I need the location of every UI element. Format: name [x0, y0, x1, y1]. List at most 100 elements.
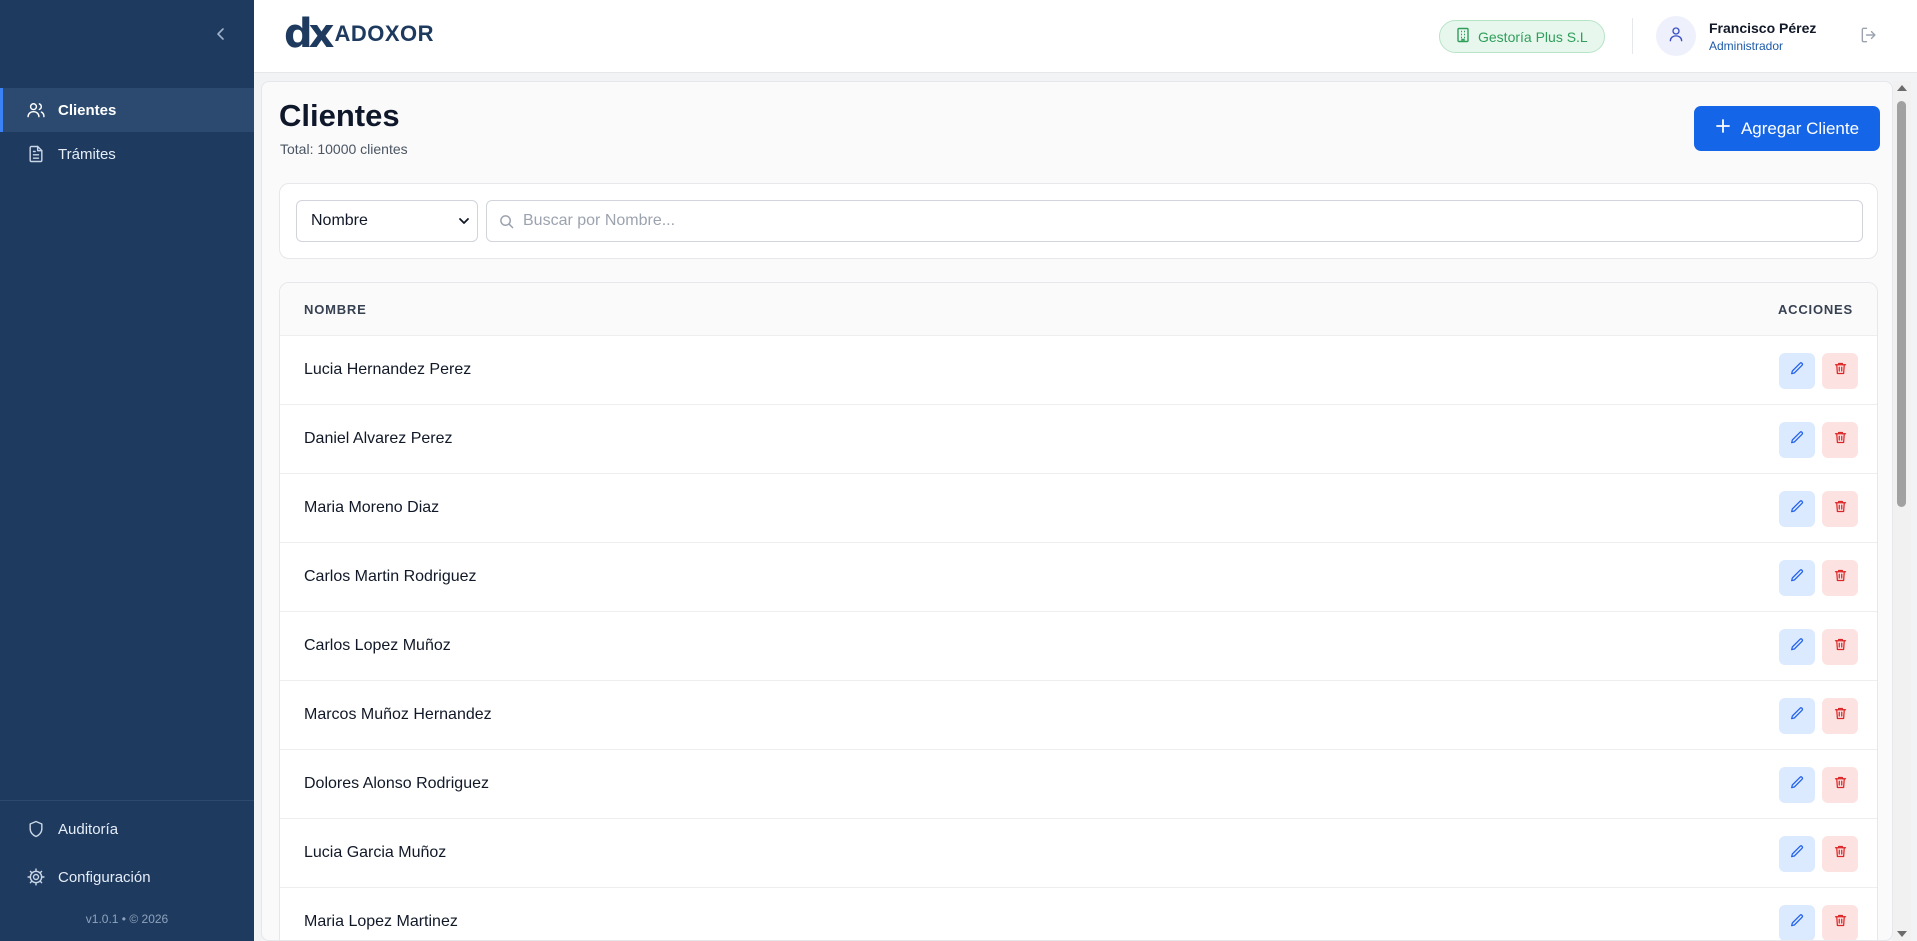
- search-icon: [499, 214, 514, 234]
- trash-icon: [1833, 844, 1848, 864]
- page-scrollbar[interactable]: [1893, 81, 1911, 941]
- scroll-down-arrow[interactable]: [1897, 931, 1907, 937]
- client-count: Total: 10000 clientes: [280, 141, 408, 157]
- delete-button[interactable]: [1822, 422, 1858, 458]
- edit-button[interactable]: [1779, 629, 1815, 665]
- edit-button[interactable]: [1779, 836, 1815, 872]
- sidebar-item-configuracion[interactable]: Configuración: [0, 853, 254, 901]
- edit-button[interactable]: [1779, 491, 1815, 527]
- trash-icon: [1833, 568, 1848, 588]
- logo-mark: dx: [284, 11, 334, 57]
- table-row: Maria Lopez Martinez: [280, 888, 1877, 940]
- version-text: v1.0.1 • © 2026: [85, 912, 169, 926]
- sidebar-item-tramites[interactable]: Trámites: [0, 132, 254, 176]
- app-logo[interactable]: dx ADOXOR: [284, 14, 434, 54]
- edit-button[interactable]: [1779, 698, 1815, 734]
- table-header: NOMBRE ACCIONES: [280, 283, 1877, 336]
- trash-icon: [1833, 775, 1848, 795]
- sidebar-nav: Clientes Trámites: [0, 88, 254, 176]
- delete-button[interactable]: [1822, 767, 1858, 803]
- trash-icon: [1833, 913, 1848, 933]
- table-body: Lucia Hernandez Perez Daniel Alvarez Pere…: [280, 336, 1877, 940]
- scroll-up-arrow[interactable]: [1897, 85, 1907, 91]
- delete-button[interactable]: [1822, 353, 1858, 389]
- filter-selected-value: Nombre: [311, 212, 368, 229]
- pencil-icon: [1789, 775, 1805, 796]
- delete-button[interactable]: [1822, 491, 1858, 527]
- trash-icon: [1833, 637, 1848, 657]
- plus-icon: [1715, 118, 1731, 139]
- column-header-actions: ACCIONES: [1777, 302, 1853, 317]
- trash-icon: [1833, 361, 1848, 381]
- edit-button[interactable]: [1779, 422, 1815, 458]
- client-name: Lucia Hernandez Perez: [304, 361, 472, 378]
- pencil-icon: [1789, 499, 1805, 520]
- client-name: Daniel Alvarez Perez: [304, 430, 453, 447]
- table-row: Lucia Hernandez Perez: [280, 336, 1877, 405]
- scroll-thumb[interactable]: [1897, 101, 1906, 507]
- client-name: Lucia Garcia Muñoz: [304, 844, 447, 861]
- sidebar-item-clientes[interactable]: Clientes: [0, 88, 254, 132]
- user-icon: [1667, 25, 1685, 48]
- table-row: Carlos Lopez Muñoz: [280, 612, 1877, 681]
- client-name: Carlos Martin Rodriguez: [304, 568, 477, 585]
- sidebar-item-label: Clientes: [58, 101, 117, 119]
- logout-icon: [1859, 25, 1879, 50]
- collapse-sidebar-button[interactable]: [210, 24, 232, 48]
- table-row: Carlos Martin Rodriguez: [280, 543, 1877, 612]
- main-content: Clientes Total: 10000 clientes Agregar C…: [261, 81, 1893, 941]
- delete-button[interactable]: [1822, 629, 1858, 665]
- column-header-name: NOMBRE: [304, 302, 367, 317]
- user-name: Francisco Pérez: [1709, 20, 1817, 36]
- delete-button[interactable]: [1822, 698, 1858, 734]
- pencil-icon: [1789, 706, 1805, 727]
- trash-icon: [1833, 430, 1848, 450]
- chevron-left-icon: [215, 27, 227, 46]
- trash-icon: [1833, 499, 1848, 519]
- logout-button[interactable]: [1856, 24, 1882, 50]
- avatar[interactable]: [1656, 16, 1696, 56]
- delete-button[interactable]: [1822, 905, 1858, 940]
- sidebar: Clientes Trámites Auditoría Configuració…: [0, 0, 254, 941]
- edit-button[interactable]: [1779, 767, 1815, 803]
- search-box[interactable]: [486, 200, 1863, 242]
- sidebar-item-auditoria[interactable]: Auditoría: [0, 805, 254, 853]
- add-client-button[interactable]: Agregar Cliente: [1694, 106, 1880, 151]
- client-name: Maria Lopez Martinez: [304, 913, 458, 930]
- page-title: Clientes: [279, 98, 400, 133]
- delete-button[interactable]: [1822, 560, 1858, 596]
- edit-button[interactable]: [1779, 905, 1815, 940]
- pencil-icon: [1789, 361, 1805, 382]
- chevron-down-icon: [457, 214, 471, 233]
- delete-button[interactable]: [1822, 836, 1858, 872]
- pencil-icon: [1789, 637, 1805, 658]
- users-icon: [26, 100, 46, 120]
- sidebar-item-label: Auditoría: [58, 820, 119, 838]
- sidebar-item-label: Trámites: [58, 145, 116, 163]
- logo-text: ADOXOR: [334, 21, 434, 46]
- shield-icon: [26, 819, 46, 839]
- filter-field-select[interactable]: Nombre: [296, 200, 478, 242]
- filter-card: Nombre: [279, 183, 1878, 259]
- add-client-label: Agregar Cliente: [1740, 118, 1860, 138]
- sidebar-item-label: Configuración: [58, 868, 151, 886]
- client-name: Marcos Muñoz Hernandez: [304, 706, 492, 723]
- client-name: Carlos Lopez Muñoz: [304, 637, 451, 654]
- pencil-icon: [1789, 430, 1805, 451]
- pencil-icon: [1789, 568, 1805, 589]
- company-name: Gestoría Plus S.L: [1478, 28, 1588, 45]
- edit-button[interactable]: [1779, 353, 1815, 389]
- edit-button[interactable]: [1779, 560, 1815, 596]
- table-row: Daniel Alvarez Perez: [280, 405, 1877, 474]
- user-role: Administrador: [1709, 39, 1784, 53]
- building-icon: [1456, 27, 1470, 46]
- search-input[interactable]: [523, 201, 1853, 241]
- pencil-icon: [1789, 844, 1805, 865]
- table-row: Dolores Alonso Rodriguez: [280, 750, 1877, 819]
- clients-table: NOMBRE ACCIONES Lucia Hernandez Perez Dan…: [279, 282, 1878, 940]
- top-header: dx ADOXOR Gestoría Plus S.L Francisco Pé…: [254, 0, 1917, 73]
- file-text-icon: [26, 144, 46, 164]
- pencil-icon: [1789, 913, 1805, 934]
- company-badge[interactable]: Gestoría Plus S.L: [1439, 20, 1605, 53]
- sidebar-bottom-nav: Auditoría Configuración: [0, 800, 254, 901]
